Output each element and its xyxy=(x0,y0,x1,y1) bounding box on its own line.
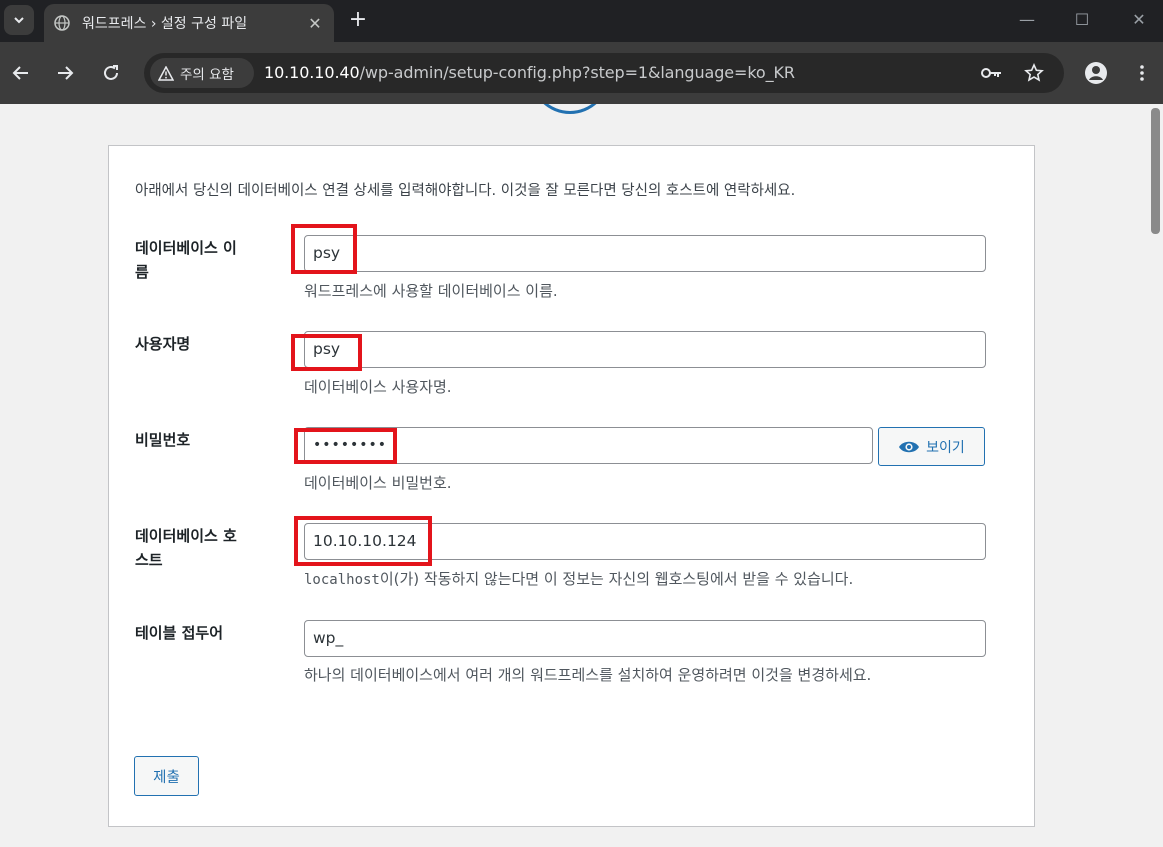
dbhost-label-line1: 데이터베이스 호 xyxy=(135,527,237,545)
username-input[interactable]: psy xyxy=(304,331,986,368)
prefix-input[interactable]: wp_ xyxy=(304,620,986,657)
setup-form-card: 아래에서 당신의 데이터베이스 연결 상세를 입력해야합니다. 이것을 잘 모른… xyxy=(108,145,1035,827)
tab-search-button[interactable] xyxy=(4,5,34,35)
forward-icon[interactable] xyxy=(52,60,78,86)
page-viewport: 아래에서 당신의 데이터베이스 연결 상세를 입력해야합니다. 이것을 잘 모른… xyxy=(0,104,1148,847)
warning-icon xyxy=(158,65,174,81)
password-input[interactable]: •••••••• xyxy=(304,427,873,464)
vertical-scrollbar[interactable] xyxy=(1148,104,1163,847)
dbhost-description-text: 이(가) 작동하지 않는다면 이 정보는 자신의 웹호스팅에서 받을 수 있습니… xyxy=(379,570,854,588)
url-host: 10.10.10.40 xyxy=(264,63,360,82)
dbname-label-line1: 데이터베이스 이 xyxy=(135,239,237,257)
url-text[interactable]: 10.10.10.40/wp-admin/setup-config.php?st… xyxy=(264,53,795,93)
dbname-input[interactable]: psy xyxy=(304,235,986,272)
dbhost-description: localhost이(가) 작동하지 않는다면 이 정보는 자신의 웹호스팅에서… xyxy=(304,567,853,592)
browser-toolbar: 주의 요함 10.10.10.40/wp-admin/setup-config.… xyxy=(0,42,1163,104)
chevron-down-icon xyxy=(14,17,24,24)
new-tab-button[interactable]: + xyxy=(346,8,370,32)
password-description: 데이터베이스 비밀번호. xyxy=(304,474,452,492)
maximize-icon[interactable]: ☐ xyxy=(1067,8,1097,32)
star-icon[interactable] xyxy=(1022,61,1046,85)
security-chip[interactable]: 주의 요함 xyxy=(150,58,254,88)
browser-tab[interactable]: 워드프레스 › 설정 구성 파일 ✕ xyxy=(44,4,334,42)
dbhost-input[interactable]: 10.10.10.124 xyxy=(304,523,986,560)
eye-icon xyxy=(899,441,920,452)
minimize-icon[interactable]: — xyxy=(1012,8,1042,32)
dbhost-label: 데이터베이스 호 스트 xyxy=(135,524,275,572)
password-label: 비밀번호 xyxy=(135,431,191,449)
username-label: 사용자명 xyxy=(135,335,191,353)
tab-strip: 워드프레스 › 설정 구성 파일 ✕ + — ☐ ✕ xyxy=(0,0,1163,42)
scrollbar-thumb[interactable] xyxy=(1151,108,1160,234)
show-password-button[interactable]: 보이기 xyxy=(878,427,985,466)
address-bar[interactable]: 주의 요함 10.10.10.40/wp-admin/setup-config.… xyxy=(144,53,1064,93)
wordpress-logo xyxy=(530,104,610,114)
prefix-label: 테이블 접두어 xyxy=(135,624,224,642)
dbhost-label-line2: 스트 xyxy=(135,551,163,569)
close-icon[interactable]: ✕ xyxy=(306,14,324,33)
dbname-label-line2: 름 xyxy=(135,263,149,281)
profile-avatar-icon[interactable] xyxy=(1083,60,1109,86)
security-label: 주의 요함 xyxy=(180,67,234,83)
localhost-code: localhost xyxy=(304,572,380,588)
more-menu-icon[interactable] xyxy=(1129,60,1155,86)
dbname-label: 데이터베이스 이 름 xyxy=(135,236,275,284)
prefix-description: 하나의 데이터베이스에서 여러 개의 워드프레스를 설치하여 운영하려면 이것을… xyxy=(304,666,872,684)
username-description: 데이터베이스 사용자명. xyxy=(304,378,452,396)
tab-title: 워드프레스 › 설정 구성 파일 xyxy=(82,16,248,32)
browser-chrome: 워드프레스 › 설정 구성 파일 ✕ + — ☐ ✕ 주의 요함 10.10.1… xyxy=(0,0,1163,104)
intro-text: 아래에서 당신의 데이터베이스 연결 상세를 입력해야합니다. 이것을 잘 모른… xyxy=(135,183,796,199)
dbname-description: 워드프레스에 사용할 데이터베이스 이름. xyxy=(304,282,558,300)
show-password-label: 보이기 xyxy=(926,439,965,456)
reload-icon[interactable] xyxy=(98,60,124,86)
url-path: /wp-admin/setup-config.php?step=1&langua… xyxy=(359,63,795,82)
window-close-icon[interactable]: ✕ xyxy=(1124,8,1154,32)
submit-button[interactable]: 제출 xyxy=(134,756,199,796)
back-icon[interactable] xyxy=(8,60,34,86)
key-icon[interactable] xyxy=(980,61,1004,85)
globe-icon xyxy=(54,15,70,31)
